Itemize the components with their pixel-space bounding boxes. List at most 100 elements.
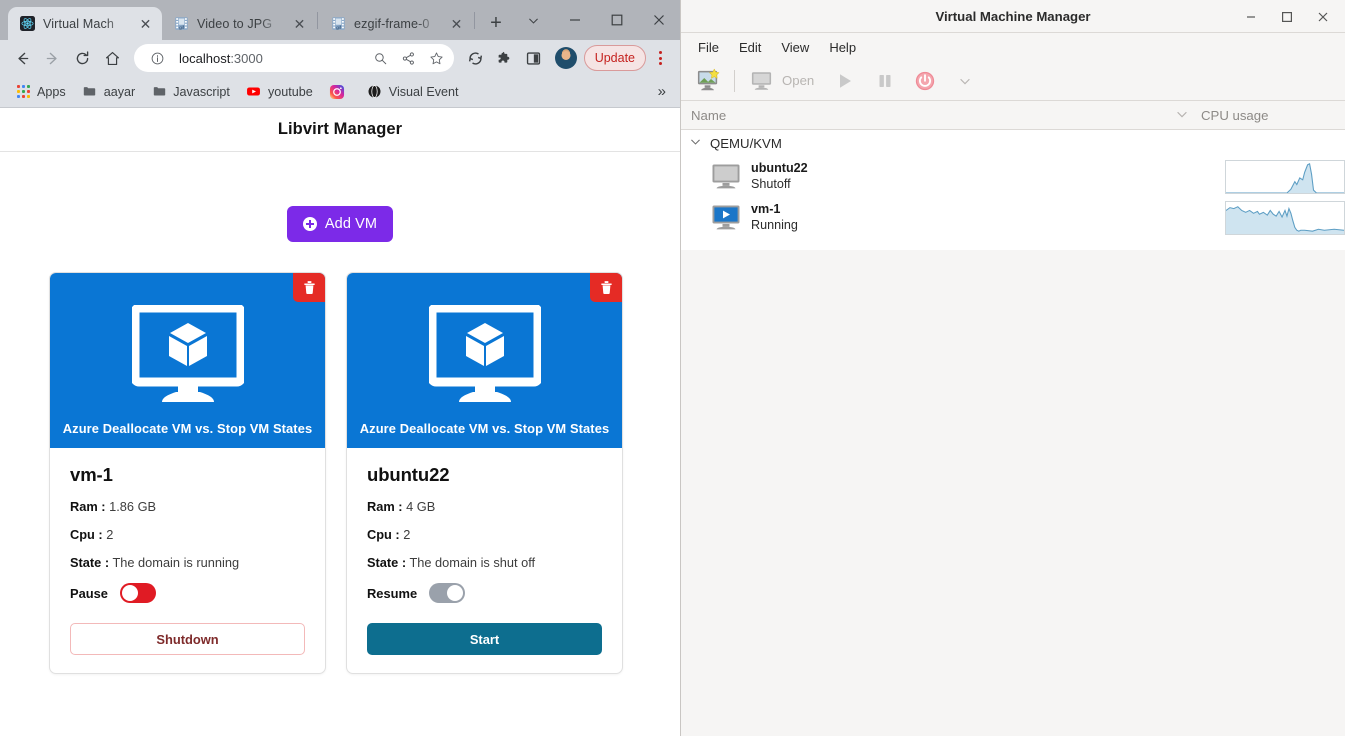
vm-pause-toggle[interactable] [119,583,156,603]
bookmark-aayar[interactable]: aayar [75,81,143,103]
vmm-title: Virtual Machine Manager [935,8,1091,24]
tab-divider [317,11,318,29]
vm-cpu-value: 2 [106,527,114,542]
cpu-usage-sparkline-vm-1 [1225,200,1345,235]
reload-icon[interactable] [68,44,96,72]
vm-resume-toggle[interactable] [429,583,466,603]
open-button-label[interactable]: Open [782,73,814,88]
bookmark-youtube[interactable]: youtube [239,81,320,103]
bookmark-apps[interactable]: Apps [8,81,73,103]
add-vm-button[interactable]: Add VM [286,206,394,242]
vm-ram-value: 1.86 GB [109,499,157,514]
bookmark-javascript[interactable]: Javascript [144,81,237,103]
vmm-menubar: File Edit View Help [681,33,1345,61]
url-host: localhost [179,50,231,66]
minimize-button[interactable] [554,0,596,40]
vm-cpu-label: Cpu : [367,527,400,542]
info-icon[interactable] [144,45,170,71]
vm-monitor-cube-icon [130,303,245,410]
shutdown-chevron-down-icon[interactable] [948,64,982,98]
puzzle-icon[interactable] [491,44,519,72]
chevron-down-icon[interactable] [1175,107,1189,124]
add-vm-label: Add VM [324,216,378,232]
bookmark-label: Javascript [173,84,230,99]
globe-icon [367,84,383,100]
sync-icon[interactable] [462,44,490,72]
vmm-vm-list: QEMU/KVM ubuntu22 Shutoff vm-1 Running [681,130,1345,250]
vm-cpu-row: Cpu : 2 [70,527,305,542]
avatar[interactable] [554,47,577,69]
bookmark-star-icon[interactable] [424,45,450,71]
vm-list-row-vm-1[interactable]: vm-1 Running [681,197,1345,238]
vm-list-row-meta: vm-1 Running [751,202,798,233]
cpu-usage-sparkline-ubuntu22 [1225,159,1345,194]
address-bar-actions [368,45,450,71]
update-button[interactable]: Update [583,45,646,71]
new-tab-button[interactable]: + [482,9,510,37]
home-icon[interactable] [98,44,126,72]
back-icon[interactable] [8,44,36,72]
power-icon[interactable] [908,64,942,98]
bookmarks-bar: Apps aayar Javascript youtube Visual Eve… [0,76,680,108]
bookmark-instagram[interactable] [322,81,358,103]
vmm-toolbar: Open [681,61,1345,101]
close-button[interactable] [1305,0,1341,33]
vm-cpu-value: 2 [403,527,411,542]
maximize-button[interactable] [1269,0,1305,33]
close-icon[interactable]: ✕ [448,15,465,32]
close-button[interactable] [638,0,680,40]
vm-name: ubuntu22 [367,464,450,485]
bookmark-label: aayar [103,84,136,99]
monitor-running-icon [709,203,743,233]
menu-view[interactable]: View [772,37,818,58]
pause-icon [868,64,902,98]
bookmark-visual-event[interactable]: Visual Event [360,81,466,103]
bookmarks-overflow-button[interactable]: » [658,83,672,100]
chevron-down-icon[interactable] [689,135,702,151]
address-bar[interactable]: localhost:3000 [134,44,454,72]
url-text: localhost:3000 [179,51,368,66]
vm-start-button[interactable]: Start [367,623,602,655]
forward-icon[interactable] [38,44,66,72]
menu-edit[interactable]: Edit [730,37,770,58]
browser-tab-video-to-jpg[interactable]: gif Video to JPG ✕ [162,7,316,40]
kebab-menu-icon[interactable] [648,44,672,72]
instagram-icon [329,84,345,100]
toolbar-divider [734,69,735,92]
minimize-button[interactable] [1233,0,1269,33]
toggle-knob [447,585,464,601]
delete-vm-button[interactable] [590,273,622,302]
menu-file[interactable]: File [689,37,728,58]
column-header-cpu-usage[interactable]: CPU usage [1201,108,1268,123]
browser-extension-icons [462,44,548,72]
side-panel-icon[interactable] [520,44,548,72]
search-icon[interactable] [368,45,394,71]
react-icon [19,15,36,32]
vm-group-qemu-kvm[interactable]: QEMU/KVM [681,130,1345,156]
column-header-name-label: Name [691,107,727,123]
vm-list-row-ubuntu22[interactable]: ubuntu22 Shutoff [681,156,1345,197]
menu-help[interactable]: Help [820,37,865,58]
open-vm-icon [744,64,778,98]
tab-search-chevron-down-icon[interactable] [512,0,554,40]
column-header-name[interactable]: Name [681,107,1201,124]
close-icon[interactable]: ✕ [137,15,154,32]
delete-vm-button[interactable] [293,273,325,302]
vm-shutdown-button[interactable]: Shutdown [70,623,305,655]
ezgif-icon: gif [173,15,190,32]
vm-state-label: State : [70,555,110,570]
maximize-button[interactable] [596,0,638,40]
browser-tab-ezgif-frame[interactable]: gif ezgif-frame-0 ✕ [319,7,473,40]
vm-toggle-label: Pause [70,585,108,601]
vm-list-row-state: Shutoff [751,176,791,191]
share-icon[interactable] [396,45,422,71]
vm-toggle-row: Pause [70,583,305,603]
vm-name: vm-1 [70,464,113,485]
close-icon[interactable]: ✕ [291,15,308,32]
vm-ram-row: Ram : 4 GB [367,499,602,514]
vm-cpu-row: Cpu : 2 [367,527,602,542]
new-vm-icon[interactable] [691,64,725,98]
browser-tab-title: ezgif-frame-0 [354,16,430,31]
play-icon [828,64,862,98]
browser-tab-virtual-machine[interactable]: Virtual Mach ✕ [8,7,162,40]
